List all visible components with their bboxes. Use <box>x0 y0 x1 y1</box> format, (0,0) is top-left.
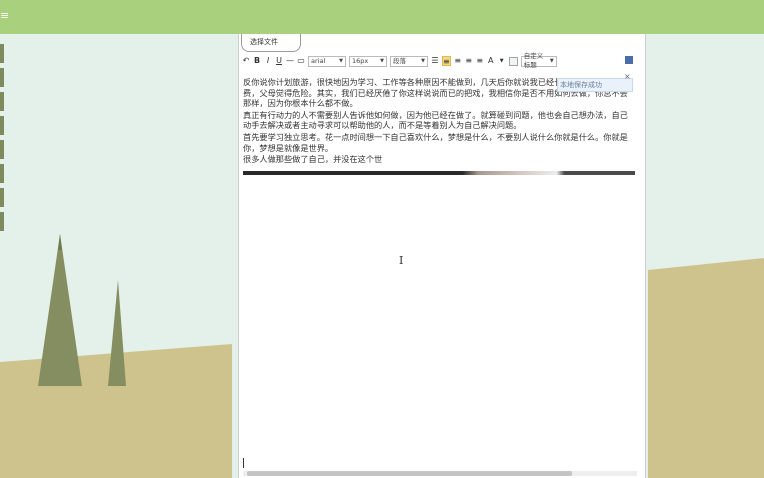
text-color-icon[interactable]: A <box>487 56 495 66</box>
bold-icon[interactable]: B <box>253 56 261 66</box>
font-size-value: 16px <box>352 56 369 65</box>
close-icon[interactable]: × <box>624 72 631 81</box>
tree-large <box>38 234 82 386</box>
undo-icon[interactable]: ↶ <box>242 56 250 66</box>
format-value: 段落 <box>393 56 406 65</box>
top-bar: ≡ <box>0 0 764 34</box>
background-scene-left <box>0 34 232 478</box>
tree-large-tip <box>58 234 62 250</box>
app-title: ≡ <box>0 9 10 22</box>
align-right-icon[interactable]: ≡ <box>465 56 473 66</box>
align-justify-icon[interactable]: ☰ <box>431 56 439 66</box>
italic-icon[interactable]: I <box>264 56 272 66</box>
embedded-image <box>243 171 635 175</box>
content-paragraph: 真正有行动力的人不需要别人告诉他如何做，因为他已经在做了。就算碰到问题，他也会自… <box>243 109 628 131</box>
save-notification: 本地保存成功 <box>557 78 633 92</box>
custom-heading-value: 自定义标题 <box>523 52 544 69</box>
dropdown-arrow-icon: ▼ <box>339 57 343 64</box>
dropdown-arrow-icon: ▼ <box>549 57 554 64</box>
document-icon[interactable]: ▭ <box>297 56 305 66</box>
text-caret <box>243 458 244 468</box>
dropdown-arrow-icon[interactable]: ▼ <box>498 56 506 66</box>
nav-item[interactable] <box>0 68 4 87</box>
nav-item[interactable] <box>0 44 4 63</box>
format-select[interactable]: 段落 ▼ <box>390 55 428 67</box>
font-size-select[interactable]: 16px ▼ <box>349 55 387 67</box>
hill-shape-right <box>648 258 764 478</box>
landscape-illustration <box>0 234 232 478</box>
align-left-icon[interactable]: ≡ <box>442 56 451 66</box>
scrollbar-thumb[interactable] <box>247 471 572 476</box>
horizontal-scrollbar[interactable] <box>243 471 637 476</box>
checkbox-icon[interactable] <box>508 56 518 66</box>
nav-item[interactable] <box>0 116 4 135</box>
dropdown-arrow-icon: ▼ <box>380 57 384 64</box>
nav-item[interactable] <box>0 188 4 207</box>
editor-toolbar: ↶ B I U — ▭ arial ▼ 16px ▼ 段落 ▼ ☰ ≡ ≡ ≡ ≡ A… <box>242 52 634 69</box>
align-full-icon[interactable]: ≡ <box>476 56 484 66</box>
nav-item[interactable] <box>0 212 4 231</box>
nav-item[interactable] <box>0 164 4 183</box>
choose-file-button[interactable]: 选择文件 <box>241 34 301 52</box>
background-scene-right <box>648 34 764 478</box>
underline-icon[interactable]: U <box>275 56 283 66</box>
font-family-select[interactable]: arial ▼ <box>308 55 346 67</box>
landscape-illustration-right <box>648 258 764 478</box>
font-family-value: arial <box>311 56 326 65</box>
mouse-cursor-icon: I <box>399 254 404 267</box>
fullscreen-icon[interactable] <box>625 56 633 64</box>
content-paragraph: 很多人做那些做了自己，并没在这个世 <box>243 154 383 165</box>
left-nav-strip <box>0 44 4 238</box>
dropdown-arrow-icon: ▼ <box>421 57 425 64</box>
editor-panel: 选择文件 ↶ B I U — ▭ arial ▼ 16px ▼ 段落 ▼ ☰ ≡ ≡ … <box>238 34 646 478</box>
content-paragraph: 首先要学习独立思考。花一点时间想一下自己喜欢什么，梦想是什么，不要别人说什么你就… <box>243 131 628 153</box>
align-center-icon[interactable]: ≡ <box>454 56 462 66</box>
nav-item[interactable] <box>0 92 4 111</box>
custom-heading-select[interactable]: 自定义标题 ▼ <box>520 52 557 69</box>
tree-small <box>108 280 126 386</box>
nav-item[interactable] <box>0 140 4 159</box>
horizontal-rule-icon[interactable]: — <box>286 56 294 66</box>
